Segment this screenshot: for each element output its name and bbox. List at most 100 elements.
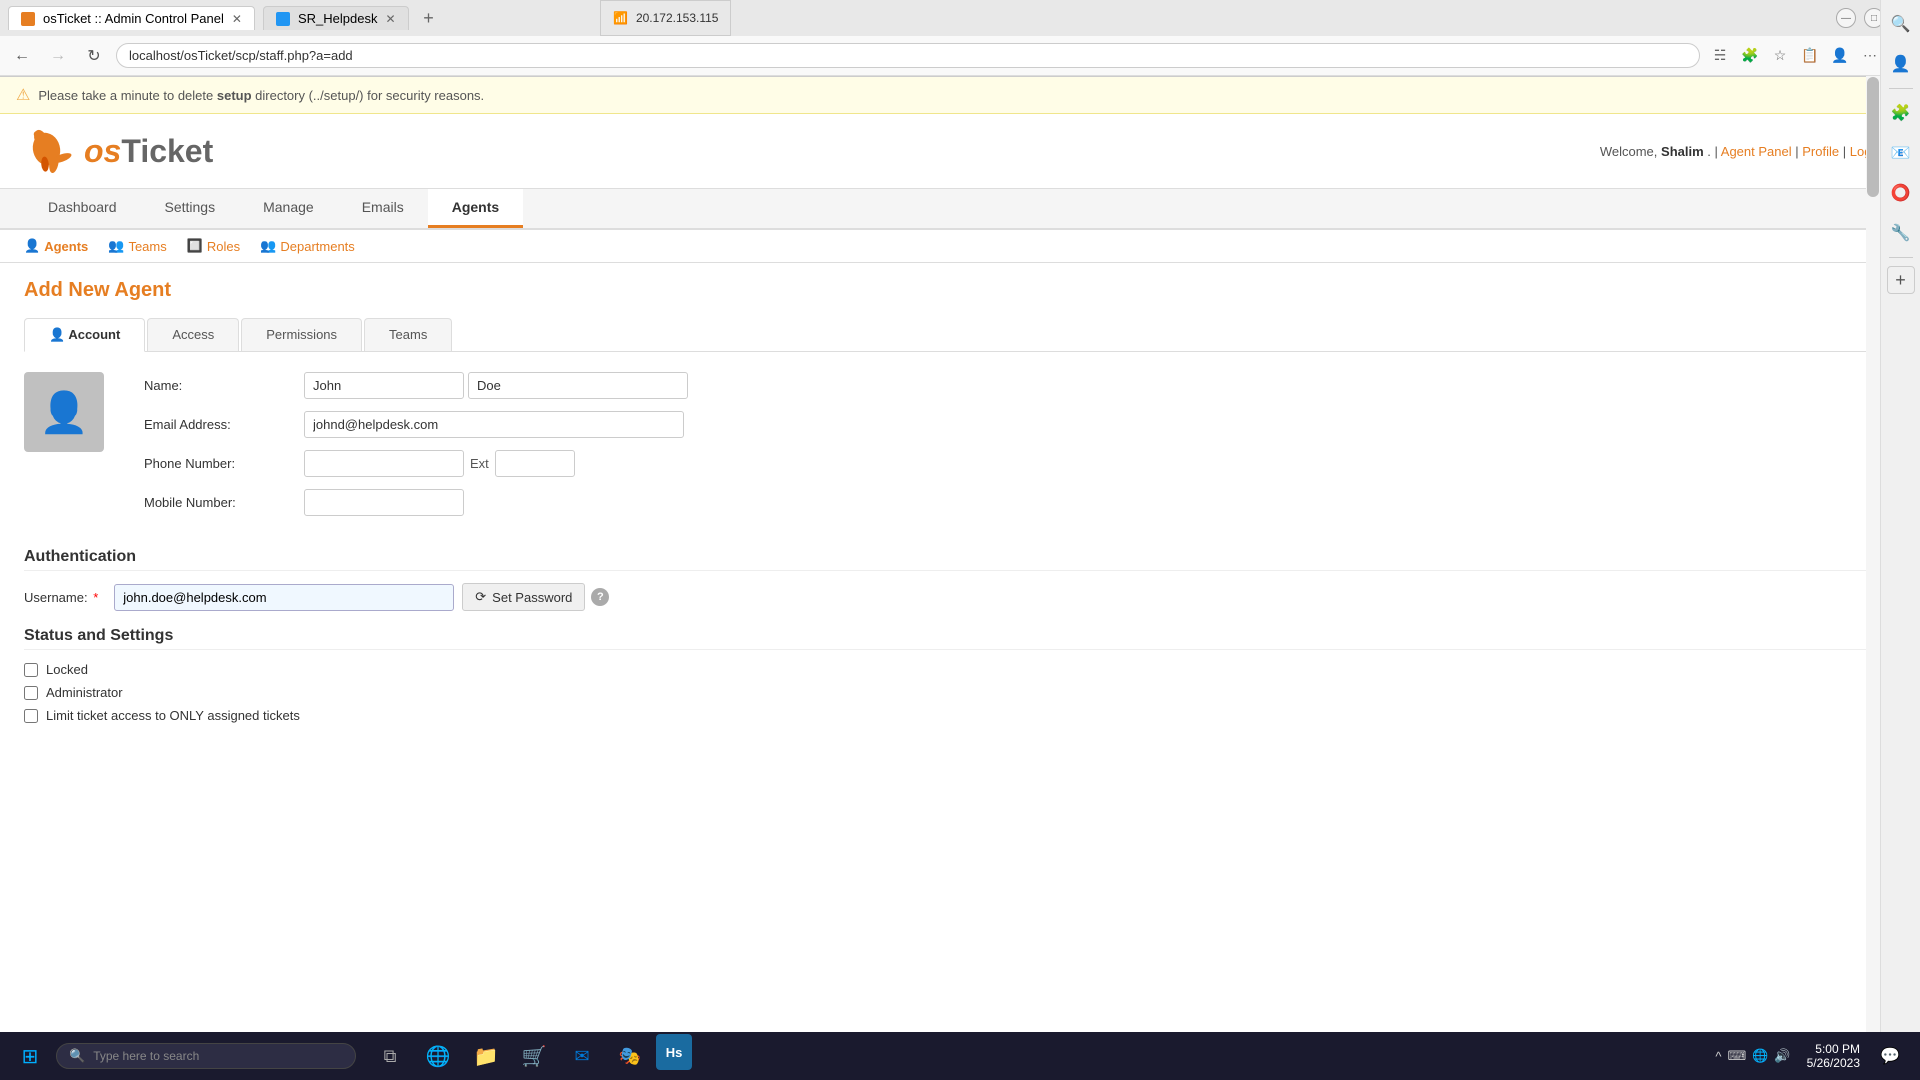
taskbar-apps: ⧉ 🌐 📁 🛒 ✉ 🎭 Hs — [368, 1034, 692, 1078]
favorites-icon[interactable]: ☆ — [1768, 44, 1792, 68]
tray-caret-icon[interactable]: ^ — [1715, 1049, 1721, 1064]
windows-logo-icon: ⊞ — [22, 1044, 39, 1069]
tab-osticket[interactable]: osTicket :: Admin Control Panel ✕ — [8, 6, 255, 30]
form-tabs: 👤 Account Access Permissions Teams — [24, 318, 1896, 352]
taskbar-mail[interactable]: ✉ — [560, 1034, 604, 1078]
scroll-thumb[interactable] — [1867, 77, 1879, 197]
phone-row: Phone Number: Ext — [144, 450, 1896, 477]
add-sidebar-icon[interactable]: + — [1887, 266, 1915, 294]
welcome-area: Welcome, Shalim . | Agent Panel | Profil… — [1600, 144, 1896, 159]
nav-manage[interactable]: Manage — [239, 189, 338, 228]
tab-account[interactable]: 👤 Account — [24, 318, 145, 352]
extensions-icon[interactable]: 🧩 — [1738, 44, 1762, 68]
reader-mode-icon[interactable]: ☵ — [1708, 44, 1732, 68]
ext-label: Ext — [470, 456, 489, 471]
avatar-placeholder: 👤 — [24, 372, 104, 452]
taskbar-search[interactable]: 🔍 Type here to search — [56, 1043, 356, 1069]
keyboard-icon[interactable]: ⌨ — [1727, 1048, 1746, 1064]
admin-checkbox-row: Administrator — [24, 685, 1896, 700]
locked-checkbox[interactable] — [24, 663, 38, 677]
logo-text: osTicket — [84, 133, 213, 170]
collections-icon[interactable]: 📋 — [1798, 44, 1822, 68]
sidebar-divider-1 — [1889, 88, 1913, 89]
authentication-section: Authentication Username: * ⟳ Set Passwor… — [24, 548, 1896, 611]
tab-sr-helpdesk[interactable]: SR_Helpdesk ✕ — [263, 6, 409, 30]
nav-agents[interactable]: Agents — [428, 189, 523, 228]
mobile-label: Mobile Number: — [144, 495, 304, 510]
first-name-input[interactable] — [304, 372, 464, 399]
notification-icon[interactable]: 💬 — [1868, 1034, 1912, 1078]
email-input[interactable] — [304, 411, 684, 438]
subnav-roles[interactable]: 🔲 Roles — [187, 238, 240, 254]
refresh-button[interactable]: ↻ — [80, 42, 108, 70]
tools-sidebar-icon[interactable]: 🔧 — [1885, 217, 1917, 249]
set-password-button[interactable]: ⟳ Set Password — [462, 583, 585, 611]
username-display: Shalim — [1661, 144, 1704, 159]
nav-emails[interactable]: Emails — [338, 189, 428, 228]
admin-label: Administrator — [46, 685, 123, 700]
taskbar-time[interactable]: 5:00 PM 5/26/2023 — [1807, 1042, 1860, 1070]
account-tab-icon: 👤 — [49, 327, 65, 342]
mobile-row: Mobile Number: — [144, 489, 1896, 516]
page-title: Add New Agent — [24, 279, 1896, 302]
phone-label: Phone Number: — [144, 456, 304, 471]
form-fields: Name: Email Address: Phone Number: Ext — [144, 372, 1896, 528]
nav-dashboard[interactable]: Dashboard — [24, 189, 141, 228]
warning-text: Please take a minute to delete setup dir… — [38, 88, 484, 103]
taskbar-explorer[interactable]: 📁 — [464, 1034, 508, 1078]
agent-panel-link[interactable]: Agent Panel — [1721, 144, 1792, 159]
taskbar-hs[interactable]: Hs — [656, 1034, 692, 1070]
taskbar-task-view[interactable]: ⧉ — [368, 1034, 412, 1078]
limit-access-checkbox[interactable] — [24, 709, 38, 723]
mobile-input[interactable] — [304, 489, 464, 516]
locked-checkbox-row: Locked — [24, 662, 1896, 677]
help-icon[interactable]: ? — [591, 588, 609, 606]
url-input[interactable]: localhost/osTicket/scp/staff.php?a=add — [116, 43, 1700, 68]
admin-checkbox[interactable] — [24, 686, 38, 700]
clock-date: 5/26/2023 — [1807, 1056, 1860, 1070]
new-tab-button[interactable]: + — [417, 6, 441, 30]
name-row: Name: — [144, 372, 1896, 399]
volume-icon[interactable]: 🔊 — [1774, 1048, 1790, 1064]
tab-teams[interactable]: Teams — [364, 318, 452, 351]
nav-menu: Dashboard Settings Manage Emails Agents — [0, 189, 1920, 230]
more-menu-button[interactable]: ⋯ — [1858, 44, 1882, 68]
phone-input[interactable] — [304, 450, 464, 477]
authentication-heading: Authentication — [24, 548, 1896, 571]
ext-input[interactable] — [495, 450, 575, 477]
tab-access[interactable]: Access — [147, 318, 239, 351]
subnav-departments[interactable]: 👥 Departments — [260, 238, 355, 254]
required-star: * — [93, 590, 98, 605]
sub-nav: 👤 Agents 👥 Teams 🔲 Roles 👥 Departments — [0, 230, 1920, 263]
taskbar-edge[interactable]: 🌐 — [416, 1034, 460, 1078]
network-icon[interactable]: 🌐 — [1752, 1048, 1768, 1064]
tab-close-sr[interactable]: ✕ — [385, 12, 395, 26]
subnav-agents[interactable]: 👤 Agents — [24, 238, 88, 254]
welcome-text: Welcome, — [1600, 144, 1658, 159]
profile-sidebar-icon[interactable]: 👤 — [1885, 48, 1917, 80]
profile-icon[interactable]: 👤 — [1828, 44, 1852, 68]
circle-sidebar-icon[interactable]: ⭕ — [1885, 177, 1917, 209]
search-placeholder: Type here to search — [93, 1049, 199, 1063]
subnav-teams[interactable]: 👥 Teams — [108, 238, 166, 254]
search-icon: 🔍 — [69, 1048, 85, 1064]
minimize-button[interactable]: — — [1836, 8, 1856, 28]
nav-settings[interactable]: Settings — [141, 189, 240, 228]
search-sidebar-icon[interactable]: 🔍 — [1885, 8, 1917, 40]
collections-sidebar-icon[interactable]: 🧩 — [1885, 97, 1917, 129]
status-section: Status and Settings Locked Administrator… — [24, 627, 1896, 723]
taskbar-movies[interactable]: 🎭 — [608, 1034, 652, 1078]
tab-close-osticket[interactable]: ✕ — [232, 12, 242, 26]
forward-button[interactable]: → — [44, 42, 72, 70]
profile-link[interactable]: Profile — [1802, 144, 1839, 159]
email-sidebar-icon[interactable]: 📧 — [1885, 137, 1917, 169]
taskbar-store[interactable]: 🛒 — [512, 1034, 556, 1078]
username-input[interactable] — [114, 584, 454, 611]
start-button[interactable]: ⊞ — [8, 1034, 52, 1078]
back-button[interactable]: ← — [8, 42, 36, 70]
last-name-input[interactable] — [468, 372, 688, 399]
tab-permissions[interactable]: Permissions — [241, 318, 362, 351]
ip-display: 📶 20.172.153.115 — [600, 0, 731, 36]
roles-icon: 🔲 — [187, 238, 203, 254]
tab-label-osticket: osTicket :: Admin Control Panel — [43, 11, 224, 26]
